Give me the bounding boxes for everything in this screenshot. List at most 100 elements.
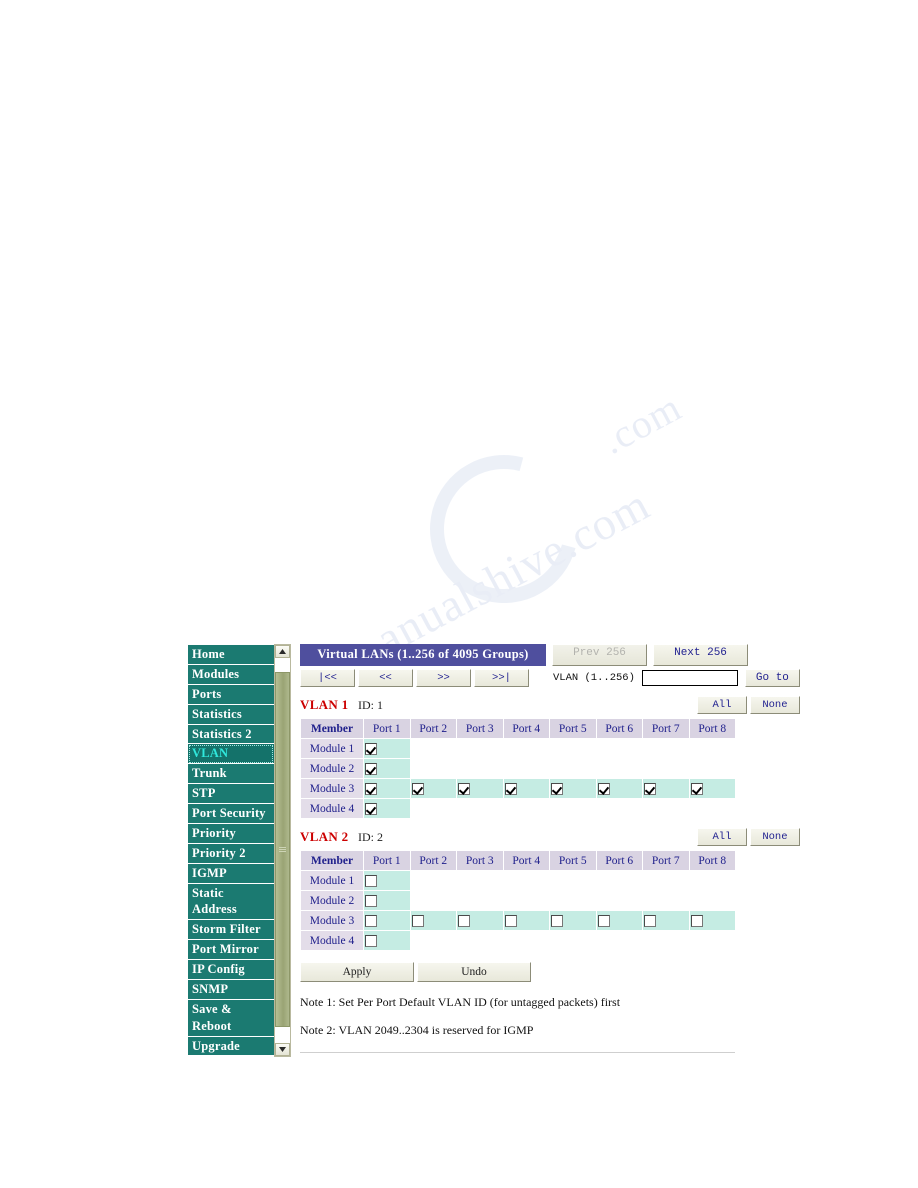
sidebar-item-static-address[interactable]: Static Address (188, 883, 274, 921)
port-member-checkbox[interactable] (365, 934, 377, 947)
scroll-up-button[interactable] (275, 645, 290, 658)
port-member-checkbox[interactable] (365, 874, 377, 887)
column-header-port-3: Port 3 (456, 850, 504, 871)
port-member-cell[interactable] (549, 910, 597, 931)
port-member-checkbox[interactable] (690, 914, 703, 927)
port-member-checkbox[interactable] (504, 782, 517, 795)
apply-button[interactable]: Apply (300, 962, 414, 982)
port-empty-cell (642, 870, 690, 891)
port-member-cell[interactable] (363, 758, 411, 779)
vlan-name: VLAN 2 (300, 829, 349, 844)
port-member-cell[interactable] (363, 910, 411, 931)
port-member-checkbox[interactable] (365, 894, 377, 907)
port-empty-cell (549, 870, 597, 891)
next-256-button[interactable]: Next 256 (653, 644, 748, 666)
port-member-checkbox[interactable] (365, 802, 377, 815)
note-2: Note 2: VLAN 2049..2304 is reserved for … (300, 1023, 534, 1037)
sidebar-item-statistics[interactable]: Statistics (188, 704, 274, 725)
port-member-checkbox[interactable] (597, 914, 610, 927)
port-member-checkbox[interactable] (597, 782, 610, 795)
port-member-checkbox[interactable] (365, 782, 377, 795)
port-empty-cell (502, 870, 550, 891)
port-empty-cell (595, 890, 643, 911)
port-member-cell[interactable] (688, 778, 736, 799)
go-to-button[interactable]: Go to (744, 669, 800, 687)
sidebar-nav: Home Modules Ports Statistics Statistics 2 VL… (187, 644, 274, 1058)
sidebar-item-statistics-2[interactable]: Statistics 2 (188, 724, 274, 745)
port-member-cell[interactable] (456, 778, 504, 799)
sidebar-item-priority[interactable]: Priority (188, 823, 274, 844)
port-member-checkbox[interactable] (690, 782, 703, 795)
undo-button[interactable]: Undo (417, 962, 531, 982)
port-member-cell[interactable] (363, 890, 411, 911)
last-page-button[interactable]: >>| (474, 669, 529, 687)
port-member-checkbox[interactable] (365, 914, 377, 927)
port-member-checkbox[interactable] (458, 914, 470, 927)
sidebar-item-port-security[interactable]: Port Security (188, 804, 274, 824)
port-member-cell[interactable] (363, 870, 411, 891)
sidebar-item-modules[interactable]: Modules (188, 664, 274, 685)
sidebar-item-home[interactable]: Home (188, 645, 274, 665)
port-empty-cell (549, 930, 597, 951)
port-member-checkbox[interactable] (365, 762, 377, 775)
vlan-section-header: VLAN 1 ID: 1 All None (300, 696, 800, 714)
sidebar-item-igmp[interactable]: IGMP (188, 863, 274, 884)
scrollbar-track[interactable] (275, 658, 290, 1044)
prev-256-button[interactable]: Prev 256 (552, 644, 647, 666)
port-member-cell[interactable] (409, 910, 457, 931)
sidebar-item-ports[interactable]: Ports (188, 684, 274, 705)
port-member-checkbox[interactable] (365, 742, 377, 755)
module-label: Module 1 (300, 870, 364, 891)
select-none-button[interactable]: None (749, 828, 800, 846)
next-page-button[interactable]: >> (416, 669, 471, 687)
sidebar-item-snmp[interactable]: SNMP (188, 979, 274, 1000)
vlan-membership-table: Member Port 1 Port 2 Port 3 Port 4 Port 5 Port… (300, 850, 736, 951)
module-label: Module 3 (300, 778, 364, 799)
port-member-cell[interactable] (363, 930, 411, 951)
first-page-button[interactable]: |<< (300, 669, 355, 687)
select-all-button[interactable]: All (696, 696, 747, 714)
port-member-cell[interactable] (363, 778, 411, 799)
port-member-cell[interactable] (642, 778, 690, 799)
vlan-section-header: VLAN 2 ID: 2 All None (300, 828, 800, 846)
module-label: Module 4 (300, 798, 364, 819)
port-member-checkbox[interactable] (551, 914, 563, 927)
port-member-cell[interactable] (549, 778, 597, 799)
sidebar-item-priority-2[interactable]: Priority 2 (188, 843, 274, 864)
port-member-cell[interactable] (363, 798, 411, 819)
scrollbar-thumb[interactable] (275, 672, 290, 1028)
column-header-member: Member (300, 850, 364, 871)
select-none-button[interactable]: None (749, 696, 800, 714)
port-member-checkbox[interactable] (504, 914, 517, 927)
scroll-down-button[interactable] (275, 1043, 290, 1057)
sidebar-item-ip-config[interactable]: IP Config (188, 960, 274, 980)
port-member-cell[interactable] (502, 910, 550, 931)
port-member-cell[interactable] (595, 778, 643, 799)
table-row: Module 4 (300, 930, 736, 951)
port-member-cell[interactable] (642, 910, 690, 931)
sidebar-item-storm-filter[interactable]: Storm Filter (188, 920, 274, 941)
port-member-checkbox[interactable] (411, 782, 424, 795)
sidebar-item-trunk[interactable]: Trunk (188, 764, 274, 785)
port-member-checkbox[interactable] (644, 914, 656, 927)
sidebar-item-upgrade[interactable]: Upgrade (188, 1036, 274, 1057)
sidebar-item-port-mirror[interactable]: Port Mirror (188, 940, 274, 960)
prev-page-button[interactable]: << (358, 669, 413, 687)
port-member-checkbox[interactable] (458, 782, 470, 795)
port-member-checkbox[interactable] (411, 914, 424, 927)
sidebar-item-stp[interactable]: STP (188, 784, 274, 804)
sidebar-scrollbar[interactable] (274, 644, 291, 1058)
sidebar-item-save-reboot[interactable]: Save & Reboot (188, 999, 274, 1037)
port-member-cell[interactable] (595, 910, 643, 931)
port-member-checkbox[interactable] (551, 782, 563, 795)
port-member-cell[interactable] (502, 778, 550, 799)
vlan-goto-input[interactable] (641, 670, 738, 686)
port-member-cell[interactable] (409, 778, 457, 799)
port-member-cell[interactable] (456, 910, 504, 931)
port-empty-cell (502, 930, 550, 951)
select-all-button[interactable]: All (696, 828, 747, 846)
port-member-cell[interactable] (363, 738, 411, 759)
port-member-cell[interactable] (688, 910, 736, 931)
port-member-checkbox[interactable] (644, 782, 656, 795)
sidebar-item-vlan[interactable]: VLAN (188, 744, 274, 765)
